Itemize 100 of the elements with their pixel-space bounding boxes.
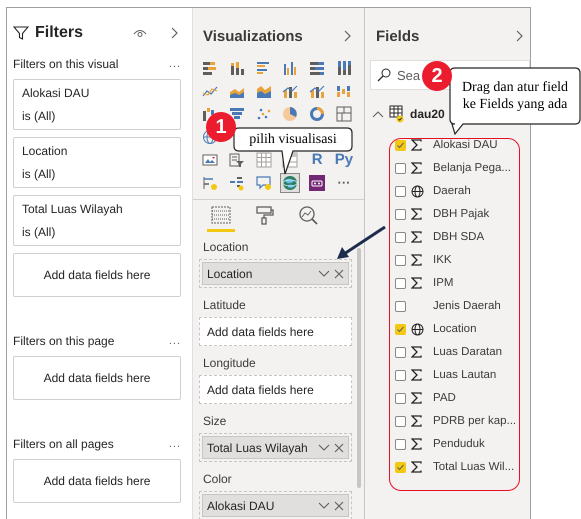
search-placeholder: Sea — [397, 68, 420, 82]
sigma-icon — [411, 392, 422, 404]
filter-card[interactable]: Alokasi DAU is (All) — [13, 79, 181, 130]
sigma-icon — [411, 346, 422, 358]
slicer-icon[interactable] — [228, 152, 245, 168]
well-label: Longitude — [203, 356, 257, 370]
column-chart-icon[interactable] — [282, 60, 298, 76]
funnel-chart-icon[interactable] — [228, 106, 245, 122]
checkbox[interactable] — [395, 278, 406, 288]
checkbox[interactable] — [395, 186, 406, 196]
field-name[interactable]: PDRB per kap... — [433, 415, 516, 427]
line-and-column-chart-icon[interactable] — [309, 83, 326, 99]
checkbox[interactable] — [395, 208, 406, 220]
field-name[interactable]: Location — [433, 323, 476, 335]
checkbox[interactable] — [395, 346, 406, 358]
field-name[interactable]: Daerah — [433, 185, 471, 197]
filter-condition: is (All) — [22, 225, 56, 240]
pie-chart-icon[interactable] — [282, 106, 298, 122]
filter-name: Total Luas Wilayah — [22, 202, 124, 216]
section-title: Filters on this page — [13, 334, 114, 348]
area-chart-icon[interactable] — [256, 83, 272, 99]
drop-zone[interactable]: Add data fields here — [13, 458, 181, 503]
filter-card[interactable]: Location is (All) — [13, 137, 181, 188]
decomposition-tree-icon[interactable] — [228, 175, 245, 191]
filter-condition: is (All) — [22, 109, 56, 124]
close-icon[interactable] — [334, 268, 344, 278]
well-label: Color — [203, 472, 233, 486]
checkbox[interactable] — [395, 462, 406, 472]
field-name[interactable]: Luas Lautan — [433, 369, 496, 381]
key-influencers-icon[interactable] — [202, 175, 218, 191]
field-chip[interactable]: Alokasi DAU — [202, 494, 349, 517]
sigma-icon — [411, 415, 422, 427]
drop-zone[interactable]: Add data fields here — [13, 253, 181, 298]
checkbox[interactable] — [395, 324, 406, 334]
stacked-bar-chart-icon[interactable] — [202, 60, 218, 76]
checkbox[interactable] — [395, 370, 406, 380]
drop-zone[interactable]: Add data fields here — [13, 356, 181, 400]
checkbox[interactable] — [395, 140, 406, 150]
visual-type-button[interactable]: R — [307, 150, 328, 170]
well-label: Location — [203, 240, 250, 254]
checkbox[interactable] — [395, 300, 406, 312]
drop-zone[interactable]: Add data fields here — [199, 375, 352, 404]
field-name[interactable]: Penduduk — [433, 438, 485, 450]
sigma-icon — [411, 369, 422, 381]
checkbox[interactable] — [395, 416, 406, 426]
donut-chart-icon[interactable] — [309, 106, 326, 122]
chevron-down-icon — [318, 442, 330, 452]
checkbox[interactable] — [395, 438, 406, 450]
globe-icon — [411, 184, 424, 198]
chevron-down-icon — [318, 268, 330, 278]
table-name[interactable]: dau20 — [410, 107, 445, 121]
stacked-column-chart-icon[interactable] — [228, 60, 245, 76]
power-apps-icon[interactable] — [309, 175, 326, 191]
close-icon[interactable] — [334, 442, 344, 452]
sigma-icon — [411, 438, 422, 450]
checkbox[interactable] — [395, 232, 406, 242]
scrollbar[interactable] — [357, 248, 361, 488]
filter-name: Alokasi DAU — [22, 86, 90, 100]
selected-visual-button[interactable] — [280, 173, 300, 193]
filters-title: Filters — [35, 24, 84, 42]
field-name[interactable]: IPM — [433, 277, 454, 289]
stacked-column-chart-icon[interactable] — [336, 60, 352, 76]
field-chip[interactable]: Location — [202, 262, 349, 285]
ribbon-chart-icon[interactable] — [336, 83, 352, 99]
scatter-chart-icon[interactable] — [256, 106, 272, 122]
table-icon[interactable] — [256, 152, 272, 168]
stacked-bar-chart-icon[interactable] — [309, 60, 326, 76]
field-name[interactable]: PAD — [433, 392, 456, 404]
close-icon[interactable] — [334, 500, 344, 510]
field-name[interactable]: Total Luas Wil... — [433, 461, 514, 473]
checkbox[interactable] — [395, 254, 406, 266]
chevron-up-icon[interactable] — [372, 109, 384, 119]
field-name[interactable]: Luas Daratan — [433, 346, 502, 358]
field-name[interactable]: Belanja Pega... — [433, 162, 512, 174]
field-name[interactable]: Alokasi DAU — [433, 139, 498, 151]
checkbox[interactable] — [395, 162, 406, 174]
sigma-icon — [411, 208, 422, 220]
more-options-button[interactable]: ... — [168, 438, 181, 450]
visual-type-button[interactable]: ··· — [334, 173, 354, 193]
sigma-icon — [411, 231, 422, 243]
field-chip-label: Total Luas Wilayah — [207, 440, 309, 454]
speech-bubble-icon[interactable] — [256, 175, 272, 191]
field-name[interactable]: DBH SDA — [433, 231, 484, 243]
field-name[interactable]: IKK — [433, 254, 452, 266]
more-options-button[interactable]: ... — [168, 58, 181, 70]
image-card-icon[interactable] — [202, 152, 218, 168]
filter-card[interactable]: Total Luas Wilayah is (All) — [13, 195, 181, 246]
visual-type-button[interactable]: Py — [334, 150, 354, 170]
section-title: Filters on this visual — [13, 57, 118, 72]
line-and-column-chart-icon[interactable] — [282, 83, 298, 99]
field-chip[interactable]: Total Luas Wilayah — [202, 436, 349, 459]
fields-tab[interactable] — [207, 205, 235, 232]
treemap-icon[interactable] — [336, 106, 352, 122]
field-name[interactable]: Jenis Daerah — [433, 300, 501, 312]
checkbox[interactable] — [395, 392, 406, 404]
drop-zone[interactable]: Add data fields here — [199, 317, 352, 346]
bar-chart-icon[interactable] — [256, 60, 272, 76]
field-name[interactable]: DBH Pajak — [433, 208, 490, 220]
visualizations-title: Visualizations — [203, 28, 303, 44]
more-options-button[interactable]: ... — [168, 335, 181, 348]
